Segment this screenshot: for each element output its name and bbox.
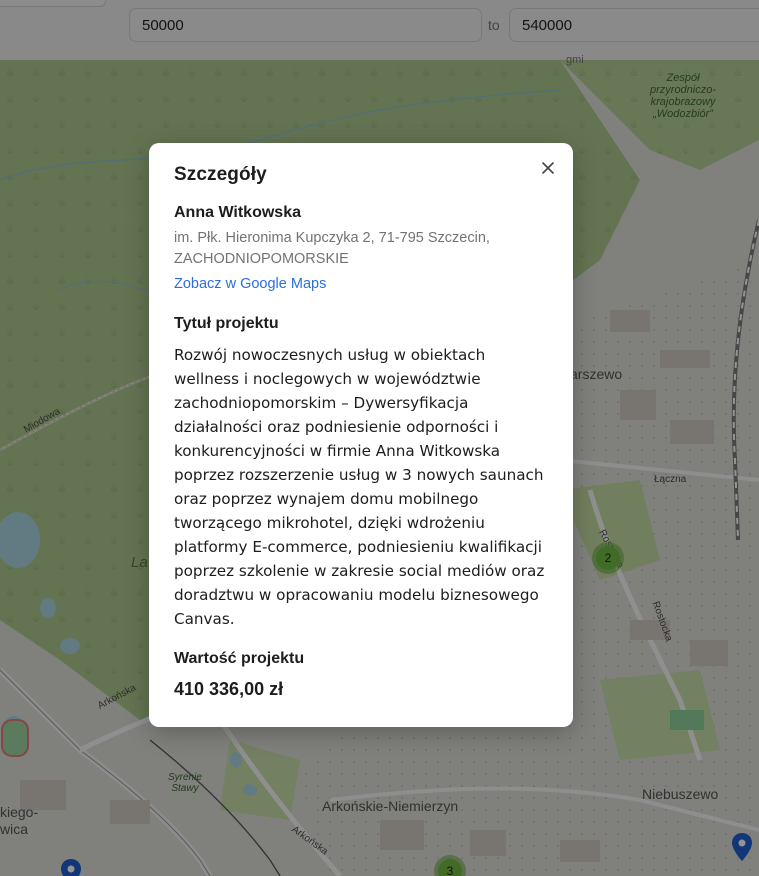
close-button[interactable] xyxy=(537,157,559,179)
project-title-label: Tytuł projektu xyxy=(174,315,279,332)
close-icon xyxy=(542,162,554,174)
modal-title: Szczegóły xyxy=(174,164,267,185)
beneficiary-address: im. Płk. Hieronima Kupczyka 2, 71-795 Sz… xyxy=(174,230,490,267)
project-value: 410 336,00 zł xyxy=(174,679,284,699)
project-value-label: Wartość projektu xyxy=(174,650,305,667)
beneficiary-name: Anna Witkowska xyxy=(174,204,301,221)
google-maps-link[interactable]: Zobacz w Google Maps xyxy=(174,276,326,292)
details-modal: Szczegóły Anna Witkowska im. Płk. Hieron… xyxy=(149,143,573,727)
project-title-text: Rozwój nowoczesnych usług w obiektach we… xyxy=(174,346,545,628)
app-root: to ♧ xyxy=(0,0,759,876)
